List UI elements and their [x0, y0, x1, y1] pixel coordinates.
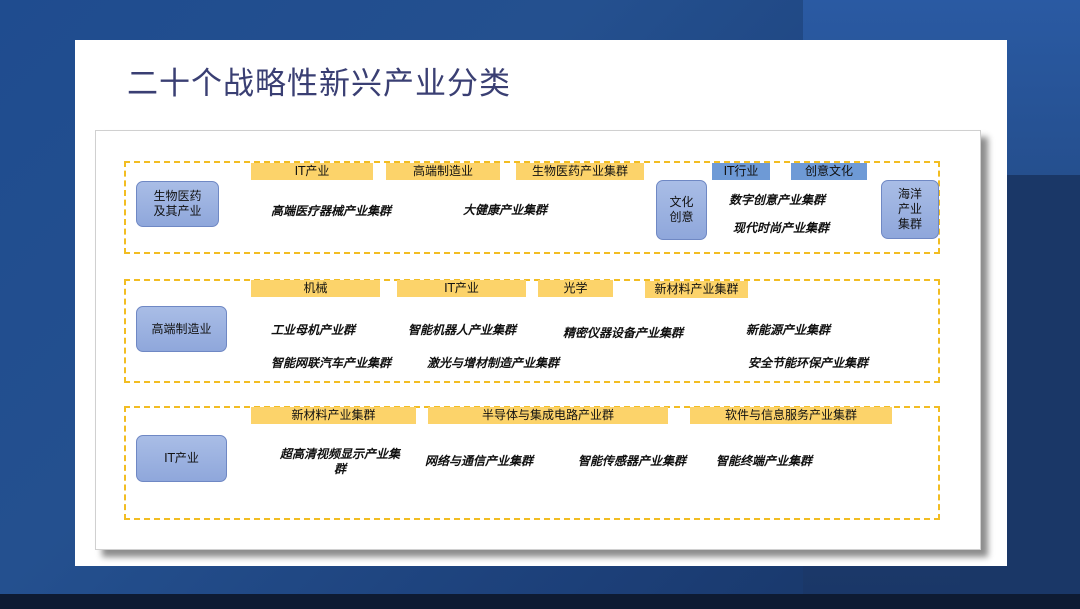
bottom-bar: [0, 594, 1080, 609]
category-node-high-end-manufacturing: 高端制造业: [136, 306, 227, 352]
tag-new-materials: 新材料产业集群: [645, 281, 748, 298]
category-node-biomedicine: 生物医药 及其产业: [136, 181, 219, 227]
diagram-panel: IT产业 高端制造业 生物医药产业集群 生物医药 及其产业 高端医疗器械产业集群…: [95, 130, 981, 550]
slide: 二十个战略性新兴产业分类 IT产业 高端制造业 生物医药产业集群 生物医药 及其…: [75, 40, 1007, 566]
tag-optics: 光学: [538, 280, 613, 297]
tag-semiconductor: 半导体与集成电路产业群: [428, 407, 668, 424]
item-new-energy: 新能源产业集群: [746, 323, 831, 337]
item-digital-creative: 数字创意产业集群: [729, 193, 826, 207]
category-node-culture: 文化 创意: [656, 180, 707, 240]
item-smart-sensors: 智能传感器产业集群: [578, 454, 687, 468]
item-connected-vehicles: 智能网联汽车产业集群: [271, 356, 392, 370]
item-energy-saving: 安全节能环保产业集群: [748, 356, 869, 370]
item-uhd-display: 超高清视频显示产业集群: [279, 447, 400, 476]
item-machine-tools: 工业母机产业群: [271, 323, 356, 337]
category-node-ocean: 海洋 产业 集群: [881, 180, 939, 239]
item-smart-terminals: 智能终端产业集群: [716, 454, 813, 468]
category-node-it: IT产业: [136, 435, 227, 482]
item-medical-devices: 高端医疗器械产业集群: [271, 204, 392, 218]
item-health: 大健康产业集群: [463, 203, 548, 217]
tag-new-materials: 新材料产业集群: [251, 407, 416, 424]
tag-it-industry: IT行业: [712, 163, 770, 180]
tag-high-end-manufacturing: 高端制造业: [386, 163, 500, 180]
slide-title: 二十个战略性新兴产业分类: [127, 66, 511, 102]
tag-software: 软件与信息服务产业集群: [690, 407, 892, 424]
tag-creative-culture: 创意文化: [791, 163, 867, 180]
item-laser-additive: 激光与增材制造产业集群: [427, 356, 560, 370]
tag-machinery: 机械: [251, 280, 380, 297]
tag-it: IT产业: [251, 163, 373, 180]
item-precision-instruments: 精密仪器设备产业集群: [563, 326, 684, 340]
tag-it: IT产业: [397, 280, 526, 297]
item-modern-fashion: 现代时尚产业集群: [733, 221, 830, 235]
tag-biomedicine-cluster: 生物医药产业集群: [516, 163, 644, 180]
item-network-communication: 网络与通信产业集群: [425, 454, 534, 468]
item-intelligent-robots: 智能机器人产业集群: [408, 323, 517, 337]
